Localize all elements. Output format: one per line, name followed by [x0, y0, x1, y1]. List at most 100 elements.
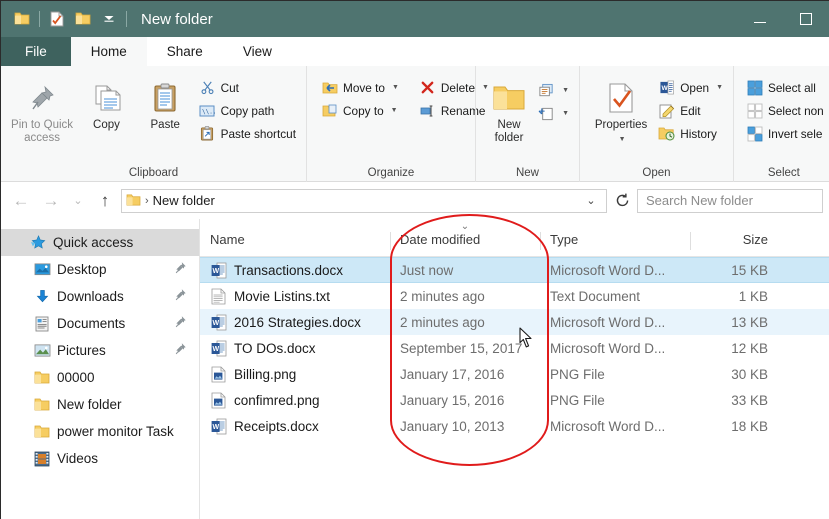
cell-size: 30 KB: [731, 366, 768, 382]
select-none-button[interactable]: Select non: [742, 99, 828, 122]
cell-date: 2 minutes ago: [400, 314, 485, 330]
sidebar-item-downloads[interactable]: Downloads: [1, 283, 199, 310]
cell-date: Just now: [400, 262, 454, 278]
select-all-button[interactable]: Select all: [742, 76, 828, 99]
word-document-icon: W: [210, 417, 227, 435]
sort-ascending-icon: ⌄: [460, 221, 470, 232]
select-all-label: Select all: [768, 80, 816, 95]
paste-button[interactable]: Paste: [136, 73, 195, 132]
maximize-button[interactable]: [783, 1, 829, 37]
forward-button[interactable]: →: [37, 187, 65, 215]
rename-icon: [419, 102, 436, 119]
sidebar-item-quick-access[interactable]: Quick access: [1, 229, 199, 256]
column-header-size[interactable]: Size: [690, 219, 780, 256]
column-header-date-modified[interactable]: ⌄ Date modified: [390, 219, 540, 256]
back-button[interactable]: ←: [7, 187, 35, 215]
cell-type: Microsoft Word D...: [550, 340, 666, 356]
pin-icon[interactable]: [174, 261, 187, 277]
word-document-icon: W: [210, 261, 227, 279]
invert-selection-label: Invert sele: [768, 126, 823, 141]
paste-icon: [149, 77, 181, 119]
paste-shortcut-button[interactable]: Paste shortcut: [195, 122, 300, 145]
cut-button[interactable]: Cut: [195, 76, 300, 99]
cell-date: January 10, 2013: [400, 418, 505, 434]
recent-locations-button[interactable]: ⌄: [67, 187, 89, 215]
address-breadcrumb-box[interactable]: › New folder ⌄: [121, 188, 607, 213]
history-button[interactable]: History: [654, 122, 727, 145]
pin-icon[interactable]: [174, 342, 187, 358]
pin-icon[interactable]: [174, 288, 187, 304]
select-none-icon: [746, 102, 763, 119]
copy-label: Copy: [93, 119, 120, 131]
qat-separator-2: [126, 11, 127, 27]
cell-date: September 15, 2017: [400, 340, 523, 356]
tab-file[interactable]: File: [1, 37, 71, 66]
table-row[interactable]: W 2016 Strategies.docx 2 minutes ago Mic…: [200, 309, 829, 335]
folder-icon: [126, 194, 141, 207]
history-label: History: [680, 126, 717, 141]
folder-icon[interactable]: [9, 6, 35, 32]
invert-selection-button[interactable]: Invert sele: [742, 122, 828, 145]
up-button[interactable]: ↑: [91, 187, 119, 215]
file-name: Transactions.docx: [234, 262, 344, 278]
new-item-button[interactable]: ▼: [534, 79, 573, 102]
column-headers: Name ⌄ Date modified Type Size: [200, 219, 829, 257]
cell-name: Movie Listins.txt: [200, 283, 390, 309]
invert-selection-icon: [746, 125, 763, 142]
pin-to-quick-access-button[interactable]: Pin to Quick access: [7, 73, 77, 145]
paste-label: Paste: [150, 119, 180, 131]
svg-text:W: W: [212, 320, 219, 327]
cell-size: 12 KB: [731, 340, 768, 356]
sidebar-item-videos[interactable]: Videos: [1, 445, 199, 472]
copy-path-button[interactable]: \\.. Copy path: [195, 99, 300, 122]
address-dropdown-icon[interactable]: ⌄: [580, 194, 602, 207]
open-button[interactable]: W Open ▼: [654, 76, 727, 99]
address-bar: ← → ⌄ ↑ › New folder ⌄ Search New folder: [1, 182, 829, 219]
pin-to-quick-access-label: Pin to Quick access: [11, 119, 74, 144]
properties-button[interactable]: Properties ▼: [588, 73, 654, 146]
clipboard-small-buttons: Cut \\.. Copy path Paste shortcut: [195, 73, 300, 145]
properties-icon[interactable]: [44, 6, 70, 32]
new-small-buttons: ▼ ▼: [534, 73, 573, 125]
clipboard-group-label: Clipboard: [128, 167, 179, 179]
breadcrumb-new-folder[interactable]: New folder: [153, 193, 215, 208]
search-input[interactable]: Search New folder: [637, 188, 823, 213]
table-row[interactable]: W Receipts.docx January 10, 2013 Microso…: [200, 413, 829, 439]
cell-type: Microsoft Word D...: [550, 418, 666, 434]
cell-size: 1 KB: [738, 288, 768, 304]
edit-button[interactable]: Edit: [654, 99, 727, 122]
minimize-button[interactable]: [737, 1, 783, 37]
table-row[interactable]: Billing.png January 17, 2016 PNG File 30…: [200, 361, 829, 387]
customize-chevron-icon[interactable]: [96, 6, 122, 32]
sidebar-item-documents[interactable]: Documents: [1, 310, 199, 337]
easy-access-button[interactable]: ▼: [534, 102, 573, 125]
select-none-label: Select non: [768, 103, 824, 118]
new-folder-button[interactable]: New folder: [484, 73, 534, 145]
table-row[interactable]: confimred.png January 15, 2016 PNG File …: [200, 387, 829, 413]
table-row[interactable]: Movie Listins.txt 2 minutes ago Text Doc…: [200, 283, 829, 309]
copy-button[interactable]: Copy: [77, 73, 136, 132]
sidebar-item-pictures[interactable]: Pictures: [1, 337, 199, 364]
file-name: 2016 Strategies.docx: [234, 314, 361, 330]
copy-to-button[interactable]: Copy to ▼: [317, 99, 403, 122]
properties-label: Properties: [594, 119, 648, 131]
tab-home[interactable]: Home: [70, 37, 147, 66]
tab-view[interactable]: View: [222, 37, 292, 66]
sidebar-item-power-monitor-task[interactable]: power monitor Task: [1, 418, 199, 445]
table-row[interactable]: W TO DOs.docx September 15, 2017 Microso…: [200, 335, 829, 361]
table-row[interactable]: W Transactions.docx Just now Microsoft W…: [200, 257, 829, 283]
sidebar-item-desktop[interactable]: Desktop: [1, 256, 199, 283]
cell-name: W TO DOs.docx: [200, 335, 390, 361]
refresh-button[interactable]: [609, 188, 635, 214]
column-header-name[interactable]: Name: [200, 219, 390, 256]
new-folder-icon[interactable]: [70, 6, 96, 32]
breadcrumb-separator[interactable]: ›: [145, 195, 149, 207]
history-icon: [658, 125, 675, 142]
column-header-type[interactable]: Type: [540, 219, 690, 256]
move-to-button[interactable]: Move to ▼: [317, 76, 403, 99]
tab-share[interactable]: Share: [146, 37, 223, 66]
new-folder-icon: [492, 77, 526, 119]
sidebar-item-new-folder[interactable]: New folder: [1, 391, 199, 418]
sidebar-item-00000[interactable]: 00000: [1, 364, 199, 391]
pin-icon[interactable]: [174, 315, 187, 331]
